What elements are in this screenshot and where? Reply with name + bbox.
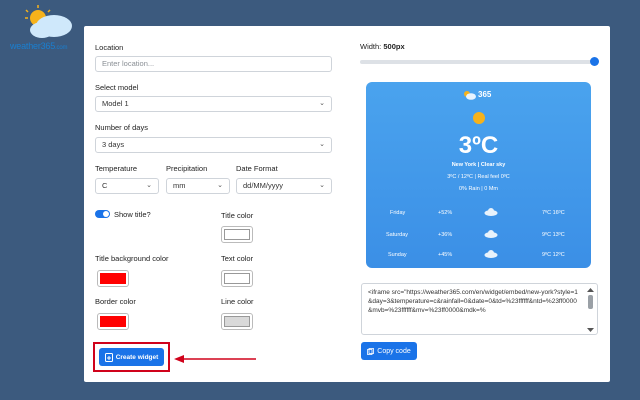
- border-color-swatch: [100, 316, 126, 327]
- rain-line: 0% Rain | 0 Mm: [458, 186, 499, 192]
- create-widget-label: Create widget: [115, 353, 159, 361]
- create-widget-highlight: Create widget: [93, 342, 170, 372]
- location-label: Location: [95, 43, 124, 52]
- copy-code-button[interactable]: Copy code: [361, 342, 417, 360]
- forecast-row: Friday +52% 7ºC 16ºC: [366, 208, 591, 222]
- date-format-value: dd/MM/yyyy: [243, 181, 284, 190]
- widget-icon: [104, 352, 113, 362]
- forecast-range: 9ºC 12ºC: [542, 252, 565, 258]
- text-color-swatch: [224, 273, 250, 284]
- forecast-row: Saturday +36% 9ºC 13ºC: [366, 230, 591, 244]
- forecast-day: Sunday: [388, 252, 407, 258]
- precipitation-select[interactable]: mm ⌄: [166, 178, 230, 194]
- line-color-label: Line color: [221, 297, 254, 306]
- width-slider-knob[interactable]: [590, 57, 599, 66]
- width-slider[interactable]: [360, 60, 596, 64]
- widget-logo: 365: [462, 89, 502, 103]
- chevron-down-icon: ⌄: [319, 182, 325, 189]
- forecast-rain: +36%: [438, 232, 453, 238]
- days-value: 3 days: [102, 140, 125, 149]
- temperature-label: Temperature: [95, 164, 138, 173]
- widget-preview: 365 3ºC New York | Clear sky 3ºC / 12ºC …: [366, 82, 591, 268]
- date-format-select[interactable]: dd/MM/yyyy ⌄: [236, 178, 332, 194]
- cloud-sun-icon: [464, 91, 476, 100]
- text-color-picker[interactable]: [221, 270, 253, 287]
- cloud-icon: [484, 230, 498, 238]
- temperature-value: C: [102, 181, 108, 190]
- title-bg-color-swatch: [100, 273, 126, 284]
- title-color-label: Title color: [221, 211, 254, 220]
- chevron-down-icon: ⌄: [319, 141, 325, 148]
- location-input[interactable]: Enter location...: [95, 56, 332, 72]
- create-widget-button[interactable]: Create widget: [99, 348, 164, 366]
- show-title-label: Show title?: [114, 210, 151, 219]
- cloud-sun-icon: [25, 5, 72, 38]
- date-format-label: Date Format: [236, 164, 278, 173]
- cloud-icon: [484, 208, 498, 216]
- current-temperature: 3ºC: [458, 132, 499, 159]
- border-color-label: Border color: [95, 297, 136, 306]
- width-label: Width: 500px: [360, 42, 405, 51]
- days-select[interactable]: 3 days ⌄: [95, 137, 332, 153]
- brand-name: weather365.com: [10, 41, 68, 51]
- model-value: Model 1: [102, 99, 129, 108]
- brand-logo[interactable]: weather365.com: [4, 4, 84, 52]
- days-label: Number of days: [95, 123, 148, 132]
- title-color-picker[interactable]: [221, 226, 253, 243]
- chevron-down-icon: ⌄: [146, 182, 152, 189]
- forecast-range: 9ºC 13ºC: [542, 232, 565, 238]
- text-color-label: Text color: [221, 254, 254, 263]
- forecast-rain: +45%: [438, 252, 453, 258]
- location-line: New York | Clear sky: [451, 162, 506, 168]
- title-bg-color-label: Title background color: [95, 254, 169, 263]
- cloud-icon: [484, 250, 498, 258]
- forecast-row: Sunday +45% 9ºC 12ºC: [366, 250, 591, 264]
- sun-icon: [473, 112, 485, 124]
- forecast-range: 7ºC 16ºC: [542, 210, 565, 216]
- title-color-swatch: [224, 229, 250, 240]
- forecast-day: Saturday: [386, 232, 409, 238]
- chevron-down-icon: ⌄: [217, 182, 223, 189]
- chevron-down-icon: ⌄: [319, 100, 325, 107]
- precipitation-value: mm: [173, 181, 186, 190]
- precipitation-label: Precipitation: [166, 164, 208, 173]
- copy-icon: [367, 347, 375, 355]
- forecast-day: Friday: [390, 210, 406, 216]
- model-select[interactable]: Model 1 ⌄: [95, 96, 332, 112]
- copy-code-label: Copy code: [377, 347, 411, 355]
- forecast-rain: +52%: [438, 210, 453, 216]
- title-bg-color-picker[interactable]: [97, 270, 129, 287]
- temperature-select[interactable]: C ⌄: [95, 178, 159, 194]
- border-color-picker[interactable]: [97, 313, 129, 330]
- line-color-picker[interactable]: [221, 313, 253, 330]
- embed-code-textarea[interactable]: <iframe src="https://weather365.com/en/w…: [361, 283, 598, 335]
- textarea-scrollbar[interactable]: [587, 288, 594, 332]
- show-title-toggle[interactable]: [95, 210, 110, 218]
- model-label: Select model: [95, 83, 139, 92]
- minmax-line: 3ºC / 12ºC | Real feel 0ºC: [447, 174, 510, 180]
- line-color-swatch: [224, 316, 250, 327]
- pointer-arrow: [174, 355, 256, 363]
